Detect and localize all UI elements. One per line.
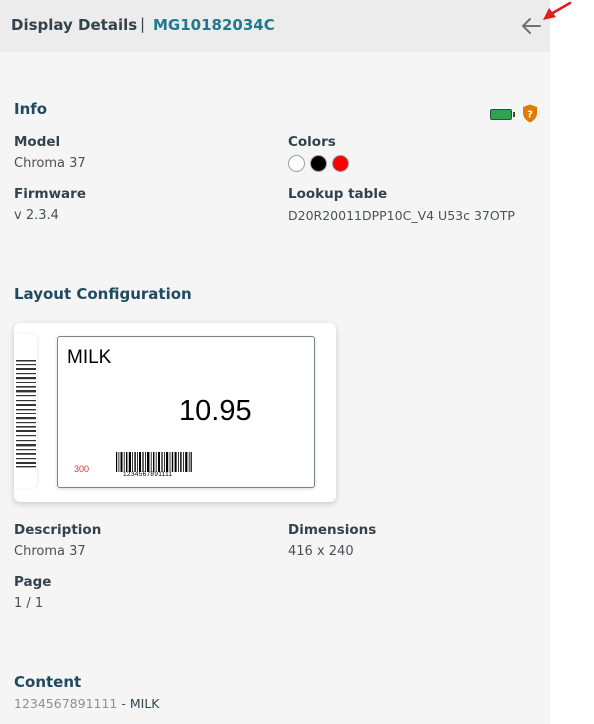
preview-barcode-icon [116,452,192,472]
arrow-left-icon [522,18,541,34]
panel-header: Display Details | MG10182034C [0,0,550,52]
svg-text:?: ? [527,110,533,121]
page-title: Display Details [11,16,138,34]
shield-question-icon: ? [523,104,537,123]
display-id: MG10182034C [153,16,275,34]
content-section-title: Content [14,673,82,691]
lookup-table-value: D20R20011DPP10C_V4 U53c 37OTP [288,208,515,223]
content-item: 1234567891111 - MILK [14,696,160,711]
description-label: Description [14,522,102,538]
battery-icon [490,109,515,120]
content-separator: - [117,696,130,711]
label-preview-screen: MILK 10.95 300 1234567891111 [57,336,315,488]
description-value: Chroma 37 [14,544,86,559]
preview-price: 10.95 [179,395,252,427]
lookup-table-label: Lookup table [288,186,388,202]
dimensions-label: Dimensions [288,522,377,538]
firmware-label: Firmware [14,186,86,202]
preview-product-name: MILK [67,347,112,368]
color-swatch-red [332,155,349,172]
info-section-title: Info [14,100,48,118]
title-separator: | [140,15,146,33]
content-barcode: 1234567891111 [14,696,118,711]
preview-barcode-number: 1234567891111 [123,471,173,478]
dimensions-value: 416 x 240 [288,544,354,559]
firmware-value: v 2.3.4 [14,208,59,223]
color-swatch-white [288,155,305,172]
layout-section-title: Layout Configuration [14,285,192,303]
page-value: 1 / 1 [14,596,44,611]
preview-code: 300 [74,464,90,474]
content-product: MILK [129,696,160,711]
red-arrow-annotation [543,1,572,20]
model-label: Model [14,134,61,150]
page-label: Page [14,574,52,590]
colors-label: Colors [288,134,336,150]
model-value: Chroma 37 [14,156,86,171]
side-barcode-icon [16,360,36,468]
color-swatch-black [310,155,327,172]
back-button[interactable] [520,15,544,37]
